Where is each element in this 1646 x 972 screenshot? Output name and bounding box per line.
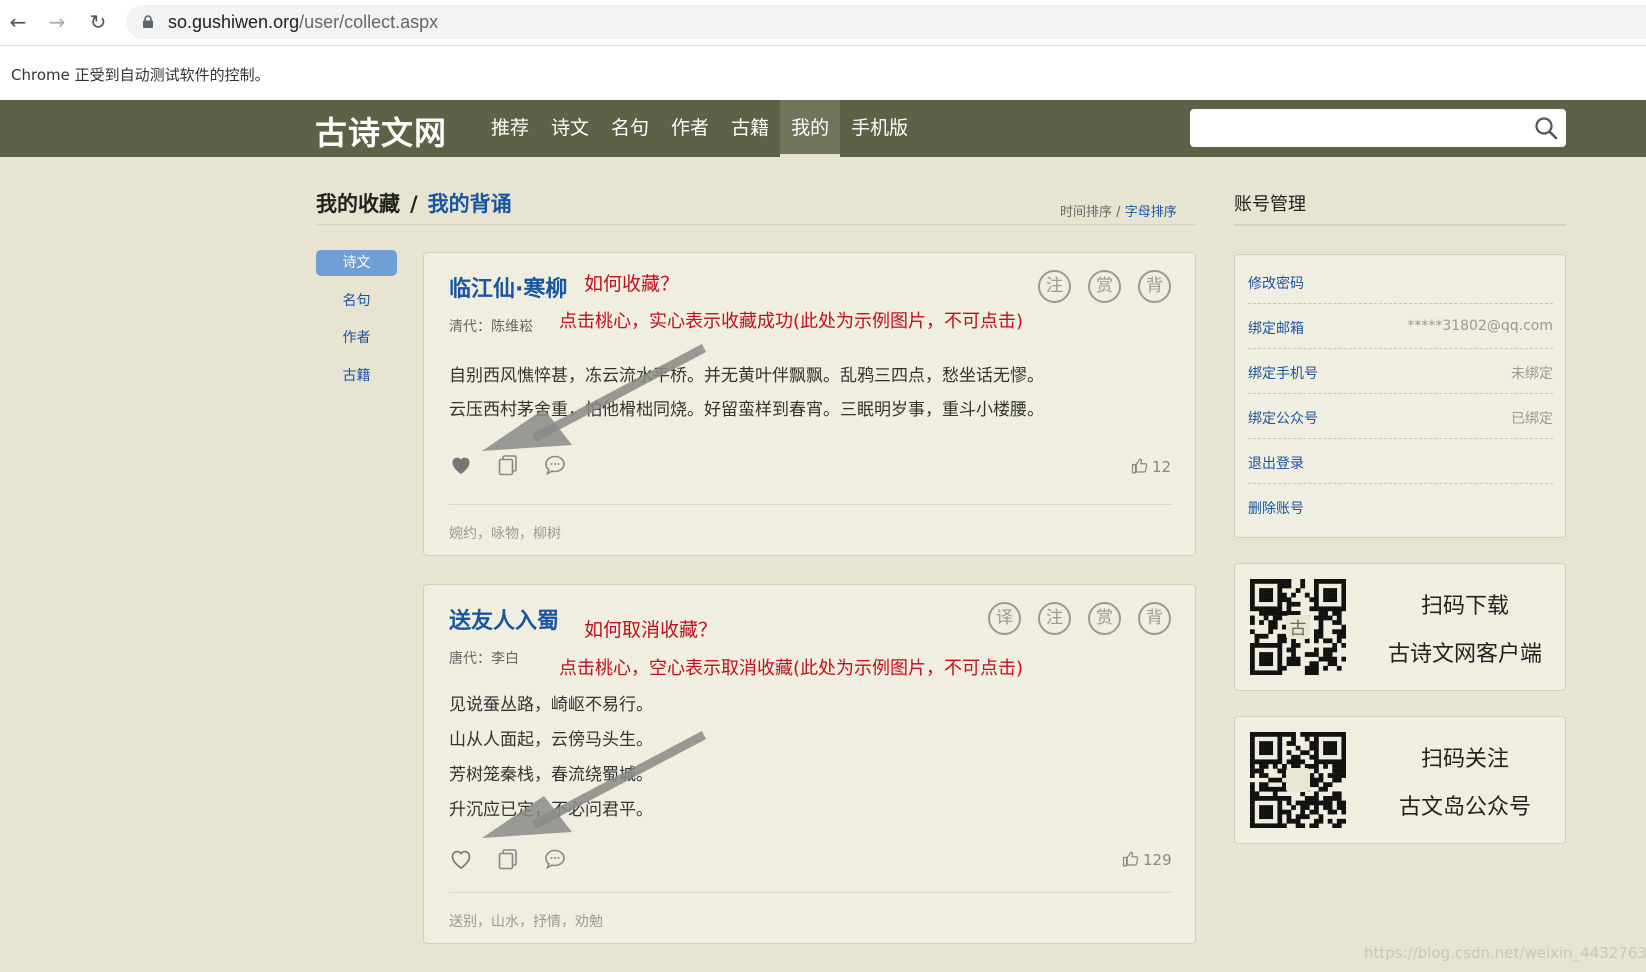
- tab-my-recitation[interactable]: 我的背诵: [428, 192, 512, 216]
- site-logo[interactable]: 古诗文网: [315, 108, 447, 154]
- sort-options: 时间排序 / 字母排序: [1060, 205, 1177, 220]
- account-row-delete[interactable]: 删除账号: [1248, 484, 1553, 529]
- nav-item-0[interactable]: 推荐: [480, 100, 540, 157]
- sort-by-time[interactable]: 时间排序: [1060, 205, 1112, 220]
- account-title: 账号管理: [1234, 194, 1306, 215]
- account-row-logout[interactable]: 退出登录: [1248, 439, 1553, 484]
- nav-item-6[interactable]: 手机版: [840, 100, 919, 157]
- automation-infobar: Chrome 正受到自动测试软件的控制。: [0, 45, 1646, 100]
- badge-translation[interactable]: 译: [988, 602, 1021, 635]
- thumbs-up-icon: [1122, 851, 1139, 867]
- poem-title[interactable]: 送友人入蜀: [449, 603, 559, 635]
- poem-tags[interactable]: 婉约，咏物，柳树: [449, 523, 561, 543]
- poem-card: 送友人入蜀 如何取消收藏？ 唐代：李白 点击桃心，空心表示取消收藏(此处为示例图…: [423, 584, 1196, 944]
- badge-appreciation[interactable]: 赏: [1088, 602, 1121, 635]
- nav-item-2[interactable]: 名句: [600, 100, 660, 157]
- poem-author[interactable]: 清代：陈维崧: [449, 316, 533, 336]
- account-row-email[interactable]: 绑定邮箱 *****31802@qq.com: [1248, 304, 1553, 349]
- poem-tags[interactable]: 送别，山水，抒情，劝勉: [449, 911, 603, 931]
- qr-caption: 古诗文网客户端: [1387, 642, 1542, 667]
- reload-icon[interactable]: ↻: [86, 10, 110, 34]
- forward-icon[interactable]: →: [45, 10, 69, 34]
- poem-line: 见说蚕丛路，崎岖不易行。: [449, 695, 653, 715]
- heart-outline-icon[interactable]: [449, 847, 473, 871]
- poem-card: 临江仙·寒柳 如何收藏？ 清代：陈维崧 点击桃心，实心表示收藏成功(此处为示例图…: [423, 252, 1196, 556]
- account-row-wechat[interactable]: 绑定公众号 已绑定: [1248, 394, 1553, 439]
- badge-appreciation[interactable]: 赏: [1088, 270, 1121, 303]
- account-panel: 修改密码 绑定邮箱 *****31802@qq.com 绑定手机号 未绑定 绑定公众…: [1234, 254, 1566, 538]
- divider: [449, 892, 1172, 893]
- svg-text:古: 古: [1290, 619, 1307, 639]
- site-header: 古诗文网 推荐 诗文 名句 作者 古籍 我的 手机版: [0, 100, 1646, 157]
- side-tab-authors[interactable]: 作者: [316, 325, 397, 351]
- lock-icon: [143, 15, 153, 28]
- nav-item-1[interactable]: 诗文: [540, 100, 600, 157]
- annotation-title: 如何取消收藏？: [584, 619, 718, 641]
- poem-author[interactable]: 唐代：李白: [449, 648, 519, 668]
- watermark: https://blog.csdn.net/weixin_44327634: [1364, 944, 1646, 962]
- heart-filled-icon[interactable]: [449, 453, 473, 477]
- badge-recite[interactable]: 背: [1138, 270, 1171, 303]
- main-nav: 推荐 诗文 名句 作者 古籍 我的 手机版: [480, 100, 919, 157]
- divider: [449, 504, 1172, 505]
- arrow-annotation: [482, 344, 707, 451]
- side-tab-books[interactable]: 古籍: [316, 363, 397, 389]
- qr-card-wechat: 扫码关注 古文岛公众号: [1234, 716, 1566, 844]
- comment-icon[interactable]: [543, 453, 567, 477]
- annotation-text: 点击桃心，实心表示收藏成功(此处为示例图片，不可点击): [559, 311, 1024, 332]
- badge-annotation[interactable]: 注: [1038, 270, 1071, 303]
- account-row-phone[interactable]: 绑定手机号 未绑定: [1248, 349, 1553, 394]
- nav-item-3[interactable]: 作者: [660, 100, 720, 157]
- page-title: 我的收藏 / 我的背诵: [316, 192, 512, 216]
- arrow-annotation: [482, 731, 707, 838]
- copy-icon[interactable]: [496, 453, 520, 477]
- copy-icon[interactable]: [496, 847, 520, 871]
- url-text: so.gushiwen.org/user/collect.aspx: [168, 12, 439, 32]
- badge-annotation[interactable]: 注: [1038, 602, 1071, 635]
- qr-caption: 扫码下载: [1420, 594, 1509, 619]
- thumbs-up-icon: [1131, 458, 1148, 474]
- browser-toolbar: ← → ↻ so.gushiwen.org/user/collect.aspx: [0, 0, 1646, 45]
- search-input[interactable]: [1190, 109, 1566, 147]
- like-count[interactable]: 12: [1131, 457, 1171, 476]
- comment-icon[interactable]: [543, 847, 567, 871]
- automation-notice: Chrome 正受到自动测试软件的控制。: [11, 66, 270, 84]
- badge-recite[interactable]: 背: [1138, 602, 1171, 635]
- poem-title[interactable]: 临江仙·寒柳: [449, 271, 567, 303]
- annotation-title: 如何收藏？: [584, 273, 680, 295]
- nav-item-4[interactable]: 古籍: [720, 100, 780, 157]
- side-tab-poems[interactable]: 诗文: [316, 250, 397, 276]
- sort-by-alpha[interactable]: 字母排序: [1125, 205, 1177, 220]
- tab-my-collection[interactable]: 我的收藏: [316, 192, 400, 216]
- account-row-change-password[interactable]: 修改密码: [1248, 259, 1553, 304]
- qr-caption: 扫码关注: [1420, 747, 1509, 772]
- qr-code-icon: [1250, 732, 1346, 828]
- side-tab-quotes[interactable]: 名句: [316, 288, 397, 314]
- annotation-text: 点击桃心，空心表示取消收藏(此处为示例图片，不可点击): [559, 658, 1024, 679]
- divider: [1234, 224, 1566, 226]
- nav-item-5[interactable]: 我的: [780, 100, 841, 157]
- back-icon[interactable]: ←: [6, 10, 30, 34]
- qr-code-icon: 古: [1250, 579, 1346, 675]
- qr-caption: 古文岛公众号: [1398, 795, 1531, 820]
- address-bar[interactable]: so.gushiwen.org/user/collect.aspx: [126, 5, 1646, 39]
- like-count[interactable]: 129: [1122, 850, 1172, 869]
- divider: [316, 224, 1196, 225]
- qr-card-app: 古 扫码下载 古诗文网客户端: [1234, 563, 1566, 691]
- search-icon[interactable]: [1534, 116, 1558, 140]
